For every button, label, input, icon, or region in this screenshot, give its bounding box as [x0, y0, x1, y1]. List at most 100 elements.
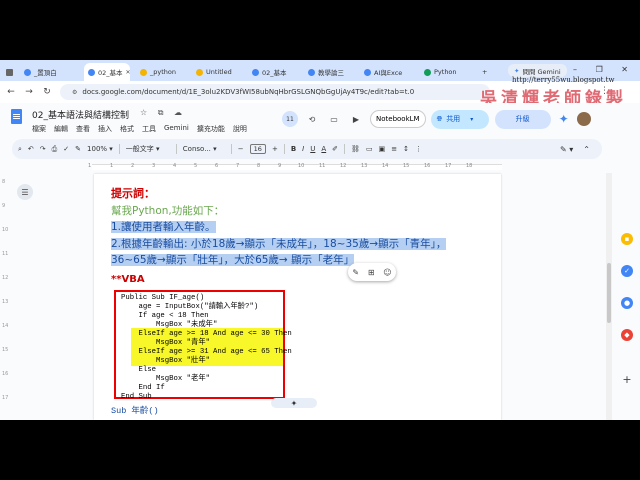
font-select[interactable]: Conso... ▾	[183, 145, 225, 153]
undo-icon[interactable]: ↶	[28, 145, 34, 153]
scrollbar[interactable]	[606, 173, 612, 420]
forward-icon[interactable]: →	[22, 87, 36, 97]
vruler-number: 12	[2, 275, 9, 281]
document-body[interactable]: 提示詞： 幫我Python,功能如下： 1.讓使用者輸入年齡。 2.根據年齡輸出…	[111, 186, 491, 401]
horizontal-ruler: 1 1 2 3 4 5 6 7 8 9 10 11 12 13 14 15 16…	[0, 161, 600, 173]
tab-0[interactable]: _置頂白	[20, 63, 84, 81]
ruler-number: 18	[466, 163, 473, 169]
menu-edit[interactable]: 編輯	[54, 124, 68, 134]
tab-favicon	[364, 68, 371, 76]
menu-gemini[interactable]: Gemini	[164, 124, 189, 134]
divider	[175, 144, 177, 154]
ruler-number: 16	[424, 163, 431, 169]
gemini-star-icon[interactable]: ✦	[559, 112, 569, 126]
tasks-icon[interactable]: ✓	[621, 265, 633, 277]
floating-edit-toolbar: ✎ ⊞ ☺	[348, 263, 396, 281]
comments-icon[interactable]: ▭	[326, 111, 342, 127]
notebooklm-button[interactable]: NotebookLM	[370, 110, 426, 128]
menu-format[interactable]: 格式	[120, 124, 134, 134]
close-tab-icon[interactable]: ✕	[126, 69, 130, 76]
spellcheck-icon[interactable]: ✓	[63, 145, 69, 153]
share-button[interactable]: 🌐︎ 共用 ▾	[430, 109, 489, 129]
comment-count-badge[interactable]: 11	[282, 111, 298, 127]
tab-2[interactable]: _python	[136, 63, 188, 81]
meet-icon[interactable]: ▶	[348, 111, 364, 127]
text-color-button[interactable]: A	[321, 145, 326, 153]
new-tab-icon[interactable]: +	[478, 63, 492, 81]
more-icon[interactable]: ⋮	[415, 145, 422, 153]
bold-button[interactable]: B	[291, 145, 296, 153]
align-icon[interactable]: ≡	[391, 145, 397, 153]
zoom-select[interactable]: 100% ▾	[87, 145, 113, 153]
scroll-thumb[interactable]	[607, 263, 611, 323]
font-size-input[interactable]: 16	[249, 144, 266, 154]
menu-extensions[interactable]: 擴充功能	[197, 124, 225, 134]
line-spacing-icon[interactable]: ↕	[403, 145, 409, 153]
tab-7[interactable]: Python	[420, 63, 476, 81]
style-select[interactable]: 一般文字 ▾	[126, 144, 170, 154]
menu-help[interactable]: 說明	[233, 124, 247, 134]
gemini-fab-icon[interactable]: ✦	[271, 398, 317, 408]
ruler-number: 1	[88, 163, 92, 169]
menu-insert[interactable]: 插入	[98, 124, 112, 134]
avatar[interactable]	[576, 112, 591, 126]
redo-icon[interactable]: ↷	[40, 145, 46, 153]
history-icon[interactable]: ⟲	[304, 111, 320, 127]
back-icon[interactable]: ←	[4, 87, 18, 97]
menu-tools[interactable]: 工具	[142, 124, 156, 134]
ruler-number: 15	[403, 163, 410, 169]
italic-button[interactable]: I	[302, 145, 304, 153]
print-icon[interactable]: ⎙	[52, 145, 58, 154]
link-icon[interactable]: ⛓	[351, 145, 360, 153]
ruler-number: 11	[319, 163, 326, 169]
tab-5[interactable]: 教學論三	[304, 63, 356, 81]
tab-4[interactable]: 02_基本	[248, 63, 300, 81]
title-actions[interactable]: ☆ ⧉ ☁	[140, 108, 186, 118]
docs-logo-icon[interactable]	[11, 109, 22, 124]
url-bar[interactable]: ⚙ docs.google.com/document/d/1E_3olu2KDV3…	[60, 84, 490, 100]
reload-icon[interactable]: ↻	[40, 87, 54, 97]
formatting-toolbar: ⌕ ↶ ↷ ⎙ ✓ ✎ 100% ▾ 一般文字 ▾ Conso... ▾ − 1…	[12, 139, 602, 159]
document-page[interactable]: 提示詞： 幫我Python,功能如下： 1.讓使用者輸入年齡。 2.根據年齡輸出…	[94, 174, 501, 420]
emoji-icon[interactable]: ☺	[383, 268, 391, 277]
window-controls[interactable]: – ❐ ✕	[573, 65, 636, 74]
tab-6[interactable]: AI與Exce	[360, 63, 416, 81]
document-outline-icon[interactable]: ☰	[17, 184, 33, 200]
keep-icon[interactable]: ▪	[621, 233, 633, 245]
chevron-down-icon[interactable]: ▾	[470, 116, 473, 123]
docs-header: 02_基本語法與結構控制 ☆ ⧉ ☁ 檔案 編輯 查看 插入 格式 工具 Gem…	[0, 103, 640, 138]
menu-file[interactable]: 檔案	[32, 124, 46, 134]
editing-mode-icon[interactable]: ✎ ▾	[560, 145, 573, 154]
add-addon-icon[interactable]: +	[621, 373, 633, 386]
upgrade-button[interactable]: 升級	[494, 109, 551, 129]
contacts-icon[interactable]: ●	[621, 297, 633, 309]
watermark-url: http://terry55wu.blogspot.tw	[512, 76, 615, 84]
paint-format-icon[interactable]: ✎	[75, 145, 81, 153]
decrease-size-icon[interactable]: −	[238, 145, 244, 153]
browser-window: _置頂白 02_基本 ✕ _python Untitled 02_基本 教學論三 …	[0, 60, 640, 420]
toolbar-right: ✎ ▾ ⌃	[560, 139, 590, 159]
underline-button[interactable]: U	[310, 145, 315, 153]
edit-with-gemini-icon[interactable]: ✎	[352, 268, 359, 277]
vba-code-image[interactable]: Public Sub IF_age() age = InputBox("請輸入年…	[114, 289, 292, 401]
tab-3[interactable]: Untitled	[192, 63, 244, 81]
menu-view[interactable]: 查看	[76, 124, 90, 134]
item-1: 1.讓使用者輸入年齡。	[111, 221, 216, 233]
tab-favicon	[252, 68, 259, 76]
highlight-icon[interactable]: ✐	[332, 145, 338, 153]
ruler-number: 7	[236, 163, 240, 169]
tab-favicon	[140, 68, 147, 76]
search-icon[interactable]: ⌕	[18, 145, 22, 154]
collapse-icon[interactable]: ⌃	[583, 145, 590, 154]
increase-size-icon[interactable]: +	[272, 145, 278, 153]
add-comment-icon[interactable]: ⊞	[368, 268, 375, 277]
ruler-number: 13	[361, 163, 368, 169]
tab-1-active[interactable]: 02_基本 ✕	[84, 63, 130, 81]
screen: _置頂白 02_基本 ✕ _python Untitled 02_基本 教學論三 …	[0, 0, 640, 480]
comment-icon[interactable]: ▭	[366, 145, 373, 153]
image-icon[interactable]: ▣	[379, 145, 386, 153]
site-info-icon[interactable]: ⚙	[72, 89, 77, 96]
document-title[interactable]: 02_基本語法與結構控制	[32, 108, 129, 121]
tab-grid-icon[interactable]	[2, 63, 17, 81]
maps-icon[interactable]: ◆	[621, 329, 633, 341]
